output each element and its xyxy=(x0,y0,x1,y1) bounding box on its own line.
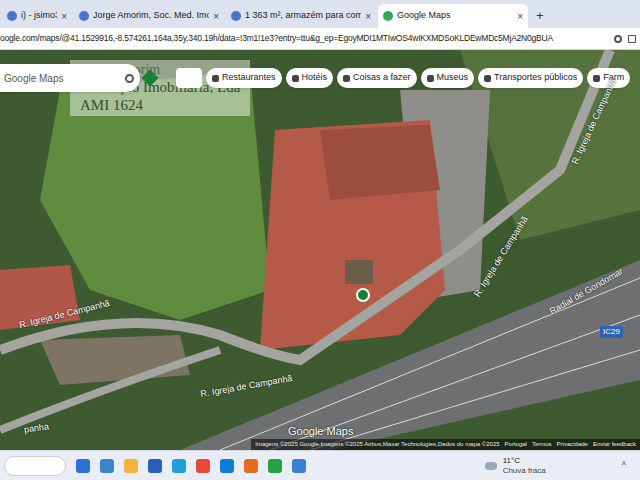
weather[interactable]: 11°CChuva fraca xyxy=(503,456,546,476)
attribution-bar: Imagens ©2025 Google,Imagens ©2025 Airbu… xyxy=(251,439,640,450)
weather-icon xyxy=(485,462,497,470)
category-chip[interactable]: Restaurantes xyxy=(206,68,282,88)
tab-strip: i) - jsimo3©×Jorge Amorim, Soc. Med. Imo… xyxy=(0,0,640,28)
browser-tab[interactable]: 1 363 m², armazém para comp × xyxy=(226,4,376,28)
taskbar-app-icon[interactable] xyxy=(196,459,210,473)
tab-close-button[interactable]: × xyxy=(365,9,371,24)
browser-tab[interactable]: Google Maps × xyxy=(378,4,528,28)
attribution-text: Imagens ©2025 Google,Imagens ©2025 Airbu… xyxy=(255,440,499,449)
taskbar-app-icon[interactable] xyxy=(292,459,306,473)
tab-close-button[interactable]: × xyxy=(517,9,523,24)
taskbar-app-icon[interactable] xyxy=(148,459,162,473)
search-icon[interactable] xyxy=(125,74,134,83)
road-badge: IC29 xyxy=(600,326,623,338)
keyboard-icon[interactable] xyxy=(176,68,202,88)
chip-icon xyxy=(484,75,491,82)
category-chip[interactable]: Coisas a fazer xyxy=(337,68,417,88)
tab-favicon-icon xyxy=(231,11,241,21)
chip-icon xyxy=(593,75,600,82)
weather-desc: Chuva fraca xyxy=(503,466,546,476)
taskbar-app-icon[interactable] xyxy=(172,459,186,473)
map-toolbar: Google Maps RestaurantesHotéisCoisas a fa… xyxy=(0,64,630,92)
tray-chevron[interactable]: ^ xyxy=(622,459,626,473)
share-icon[interactable] xyxy=(628,35,636,43)
tab-close-button[interactable]: × xyxy=(61,9,67,24)
chip-icon xyxy=(212,75,219,82)
address-field[interactable]: oogle.com/maps/@41.1529916,-8.574261,164… xyxy=(0,32,610,45)
footer-link[interactable]: Portugal xyxy=(505,440,527,449)
tab-label: Google Maps xyxy=(397,9,513,23)
tab-label: i) - jsimo3© xyxy=(21,9,57,23)
address-bar: oogle.com/maps/@41.1529916,-8.574261,164… xyxy=(0,28,640,50)
taskbar-app-icon[interactable] xyxy=(124,459,138,473)
chip-icon xyxy=(292,75,299,82)
taskbar-search[interactable] xyxy=(4,456,66,476)
category-chip[interactable]: Hotéis xyxy=(286,68,334,88)
taskbar-app-icon[interactable] xyxy=(220,459,234,473)
place-pin-icon[interactable] xyxy=(357,289,369,301)
tab-favicon-icon xyxy=(79,11,89,21)
category-chip[interactable]: Transportes públicos xyxy=(478,68,583,88)
taskbar: 11°CChuva fraca ^ xyxy=(0,450,640,480)
tab-label: Jorge Amorim, Soc. Med. Imob xyxy=(93,9,209,23)
tab-close-button[interactable]: × xyxy=(213,9,219,24)
footer-link[interactable]: Privacidade xyxy=(557,440,588,449)
footer-link[interactable]: Enviar feedback xyxy=(593,440,636,449)
browser-tab[interactable]: Jorge Amorim, Soc. Med. Imob × xyxy=(74,4,224,28)
new-tab-button[interactable]: + xyxy=(530,4,550,28)
google-maps-logo: Google Maps xyxy=(288,423,353,440)
footer-link[interactable]: Termos xyxy=(532,440,552,449)
taskbar-app-icon[interactable] xyxy=(244,459,258,473)
screen: i) - jsimo3©×Jorge Amorim, Soc. Med. Imo… xyxy=(0,0,640,480)
taskbar-app-icon[interactable] xyxy=(268,459,282,473)
search-input[interactable]: Google Maps xyxy=(4,71,125,86)
chip-icon xyxy=(343,75,350,82)
taskbar-app-icon[interactable] xyxy=(76,459,90,473)
tab-favicon-icon xyxy=(383,11,393,21)
directions-icon[interactable] xyxy=(142,70,159,87)
map-view[interactable]: Jorge AmorimMediação Imobiliária, LdaAMI… xyxy=(0,50,640,450)
tab-label: 1 363 m², armazém para comp xyxy=(245,9,361,23)
tab-favicon-icon xyxy=(7,11,17,21)
chip-icon xyxy=(427,75,434,82)
watermark-line: AMI 1624 xyxy=(80,96,240,114)
category-chip[interactable]: Museus xyxy=(421,68,475,88)
browser-tab[interactable]: i) - jsimo3© × xyxy=(2,4,72,28)
weather-temp: 11°C xyxy=(503,456,546,466)
search-box[interactable]: Google Maps xyxy=(0,64,140,92)
location-icon[interactable] xyxy=(614,35,622,43)
taskbar-app-icon[interactable] xyxy=(100,459,114,473)
